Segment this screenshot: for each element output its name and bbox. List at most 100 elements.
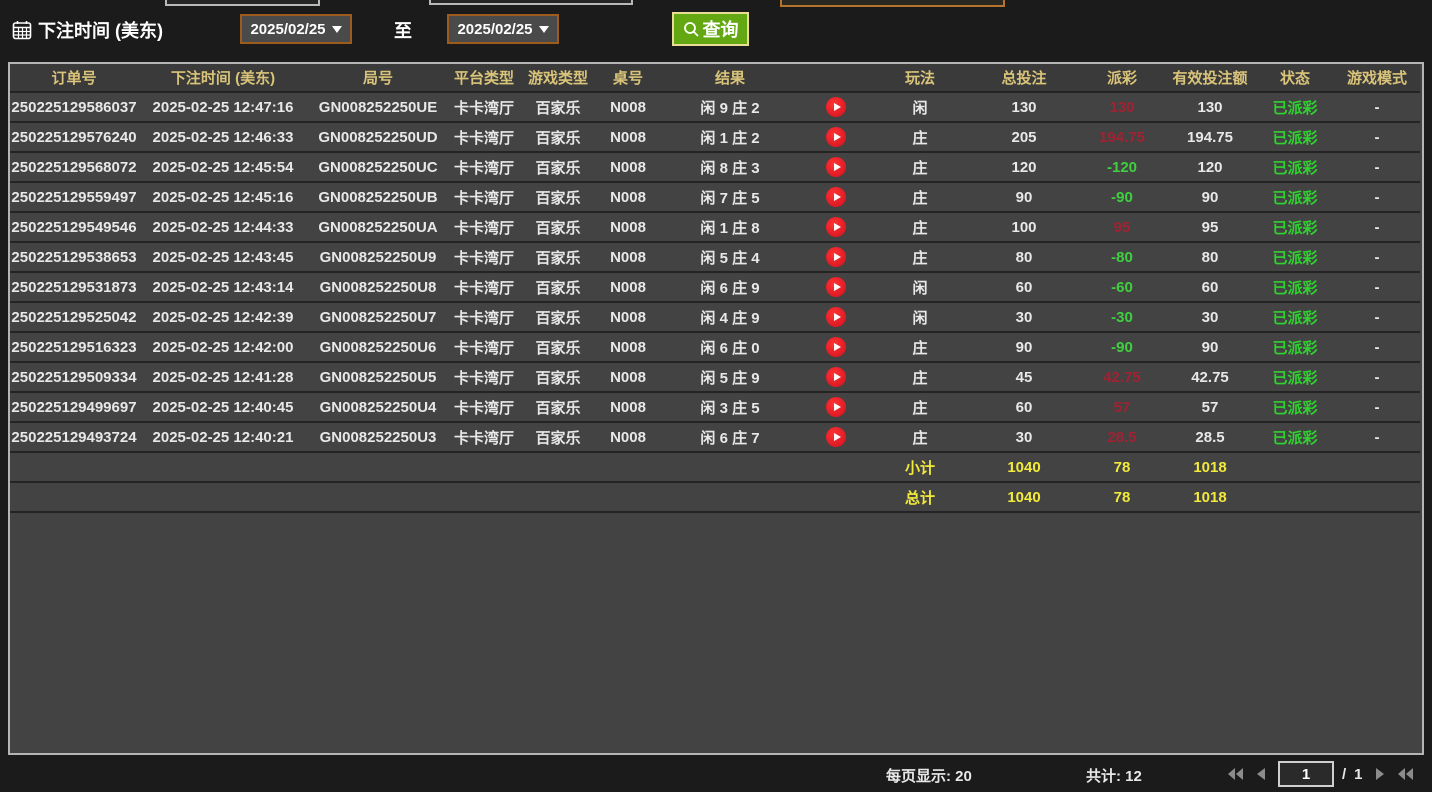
bet-time: 2025-02-25 12:40:21 bbox=[138, 429, 308, 446]
round-number: GN008252250U4 bbox=[308, 399, 448, 416]
total-bet: 90 bbox=[968, 189, 1080, 206]
filter-bar: 下注时间 (美东) 2025/02/25 至 2025/02/25 查询 bbox=[0, 0, 1432, 62]
replay-play-icon[interactable] bbox=[826, 337, 846, 357]
game-type: 百家乐 bbox=[520, 307, 596, 328]
column-header-11: 有效投注额 bbox=[1164, 67, 1256, 88]
first-page-icon[interactable] bbox=[1226, 766, 1244, 782]
valid-bet: 90 bbox=[1164, 189, 1256, 206]
play-type: 庄 bbox=[872, 187, 968, 208]
round-number: GN008252250U7 bbox=[308, 309, 448, 326]
round-number: GN008252250U9 bbox=[308, 249, 448, 266]
game-mode: - bbox=[1334, 219, 1420, 236]
play-type: 闲 bbox=[872, 97, 968, 118]
table-row: 250225129538653 2025-02-25 12:43:45 GN00… bbox=[10, 243, 1420, 273]
play-type: 庄 bbox=[872, 397, 968, 418]
status-badge: 已派彩 bbox=[1256, 187, 1334, 208]
total-count-label: 共计: 12 bbox=[1086, 765, 1142, 786]
valid-bet: 80 bbox=[1164, 249, 1256, 266]
replay-play-icon[interactable] bbox=[826, 187, 846, 207]
date-from-select[interactable]: 2025/02/25 bbox=[240, 14, 352, 44]
replay-play-icon[interactable] bbox=[826, 427, 846, 447]
bet-time: 2025-02-25 12:41:28 bbox=[138, 369, 308, 386]
order-number: 250225129559497 bbox=[10, 189, 138, 206]
game-mode: - bbox=[1334, 339, 1420, 356]
cropped-filter-input-1[interactable] bbox=[165, 0, 320, 6]
bet-time-label-text: 下注时间 (美东) bbox=[38, 17, 163, 43]
order-number: 250225129586037 bbox=[10, 99, 138, 116]
game-type: 百家乐 bbox=[520, 157, 596, 178]
query-button[interactable]: 查询 bbox=[672, 12, 749, 46]
table-number: N008 bbox=[596, 429, 660, 446]
replay-cell bbox=[800, 217, 872, 237]
play-type: 庄 bbox=[872, 427, 968, 448]
result: 闲 3 庄 5 bbox=[660, 397, 800, 418]
replay-cell bbox=[800, 427, 872, 447]
replay-play-icon[interactable] bbox=[826, 397, 846, 417]
table-number: N008 bbox=[596, 249, 660, 266]
status-badge: 已派彩 bbox=[1256, 367, 1334, 388]
current-page-input[interactable] bbox=[1278, 761, 1334, 787]
replay-play-icon[interactable] bbox=[826, 367, 846, 387]
total-bet: 30 bbox=[968, 309, 1080, 326]
game-type: 百家乐 bbox=[520, 247, 596, 268]
replay-play-icon[interactable] bbox=[826, 97, 846, 117]
bet-time: 2025-02-25 12:44:33 bbox=[138, 219, 308, 236]
column-header-2: 局号 bbox=[308, 67, 448, 88]
result: 闲 6 庄 9 bbox=[660, 277, 800, 298]
total-bet: 60 bbox=[968, 399, 1080, 416]
valid-bet: 90 bbox=[1164, 339, 1256, 356]
subtotal-valid-bet: 1018 bbox=[1164, 459, 1256, 476]
date-from-value: 2025/02/25 bbox=[250, 21, 325, 38]
result: 闲 1 庄 2 bbox=[660, 127, 800, 148]
bet-time: 2025-02-25 12:45:54 bbox=[138, 159, 308, 176]
platform-type: 卡卡湾厅 bbox=[448, 277, 520, 298]
replay-play-icon[interactable] bbox=[826, 127, 846, 147]
subtotal-payout: 78 bbox=[1080, 459, 1164, 476]
replay-play-icon[interactable] bbox=[826, 277, 846, 297]
play-type: 闲 bbox=[872, 307, 968, 328]
game-type: 百家乐 bbox=[520, 427, 596, 448]
replay-play-icon[interactable] bbox=[826, 217, 846, 237]
platform-type: 卡卡湾厅 bbox=[448, 337, 520, 358]
table-number: N008 bbox=[596, 399, 660, 416]
platform-type: 卡卡湾厅 bbox=[448, 127, 520, 148]
valid-bet: 57 bbox=[1164, 399, 1256, 416]
next-page-icon[interactable] bbox=[1371, 766, 1389, 782]
bet-time-filter-label: 下注时间 (美东) bbox=[12, 17, 163, 43]
bet-time: 2025-02-25 12:43:45 bbox=[138, 249, 308, 266]
last-page-icon[interactable] bbox=[1397, 766, 1415, 782]
replay-play-icon[interactable] bbox=[826, 307, 846, 327]
pagination-bar: 每页显示: 20 共计: 12 / 1 bbox=[0, 757, 1432, 792]
subtotal-row: 小计 1040 78 1018 bbox=[10, 453, 1420, 483]
payout: -90 bbox=[1080, 339, 1164, 356]
total-bet: 205 bbox=[968, 129, 1080, 146]
replay-play-icon[interactable] bbox=[826, 157, 846, 177]
subtotal-label: 小计 bbox=[872, 457, 968, 478]
page-separator: / bbox=[1342, 766, 1346, 783]
table-row: 250225129568072 2025-02-25 12:45:54 GN00… bbox=[10, 153, 1420, 183]
bet-records-table: 订单号下注时间 (美东)局号平台类型游戏类型桌号结果玩法总投注派彩有效投注额状态… bbox=[8, 62, 1424, 755]
payout: 194.75 bbox=[1080, 129, 1164, 146]
status-badge: 已派彩 bbox=[1256, 337, 1334, 358]
bet-time: 2025-02-25 12:47:16 bbox=[138, 99, 308, 116]
round-number: GN008252250U5 bbox=[308, 369, 448, 386]
column-header-4: 游戏类型 bbox=[520, 67, 596, 88]
play-type: 庄 bbox=[872, 127, 968, 148]
result: 闲 7 庄 5 bbox=[660, 187, 800, 208]
status-badge: 已派彩 bbox=[1256, 217, 1334, 238]
date-to-select[interactable]: 2025/02/25 bbox=[447, 14, 559, 44]
platform-type: 卡卡湾厅 bbox=[448, 97, 520, 118]
cropped-filter-input-2[interactable] bbox=[429, 0, 633, 5]
per-page-label: 每页显示: 20 bbox=[886, 765, 972, 786]
round-number: GN008252250UD bbox=[308, 129, 448, 146]
payout: 57 bbox=[1080, 399, 1164, 416]
order-number: 250225129538653 bbox=[10, 249, 138, 266]
platform-type: 卡卡湾厅 bbox=[448, 307, 520, 328]
previous-page-icon[interactable] bbox=[1252, 766, 1270, 782]
cropped-filter-input-3[interactable] bbox=[780, 0, 1005, 7]
valid-bet: 42.75 bbox=[1164, 369, 1256, 386]
payout: 130 bbox=[1080, 99, 1164, 116]
result: 闲 5 庄 9 bbox=[660, 367, 800, 388]
payout: -120 bbox=[1080, 159, 1164, 176]
replay-play-icon[interactable] bbox=[826, 247, 846, 267]
